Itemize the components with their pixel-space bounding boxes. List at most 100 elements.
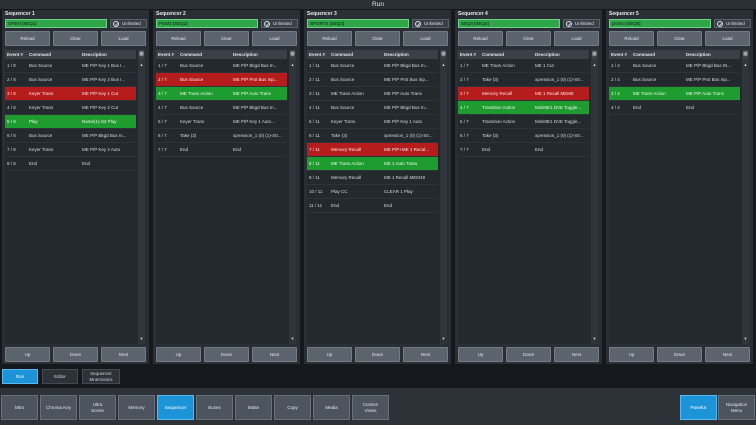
tab-run[interactable]: Run [2,369,38,384]
reload-button[interactable]: Reload [609,31,654,46]
clear-button[interactable]: Clear [506,31,551,46]
table-scrollbar[interactable]: ▦ ▲ ▼ [440,50,447,344]
scroll-down-icon[interactable]: ▼ [138,336,145,341]
down-button[interactable]: Down [204,347,249,362]
sequence-name-field[interactable]: OPEN [SEQ1] [5,19,107,28]
sequence-name-field[interactable]: promo [SEQ5] [609,19,711,28]
column-settings-icon[interactable]: ▦ [592,50,597,59]
table-row[interactable]: 4 / 7 Transition Action MiniME1 DVE Togg… [458,101,589,115]
table-row[interactable]: 6 / 11 Take (3) xpression_1 (0) (1)-S0..… [307,129,438,143]
tab-editor[interactable]: Editor [42,369,78,384]
down-button[interactable]: Down [506,347,551,362]
table-row[interactable]: 10 / 11 Play CC CLEAR 1 Play [307,185,438,199]
table-row[interactable]: 2 / 4 Bus Source ME P/P Prst Bus Inp... [609,73,740,87]
table-scrollbar[interactable]: ▦ ▲ ▼ [138,50,145,344]
load-button[interactable]: Load [554,31,599,46]
table-row[interactable]: 5 / 11 Keyer Trans ME P/P Key 1 Auto [307,115,438,129]
down-button[interactable]: Down [355,347,400,362]
down-button[interactable]: Down [53,347,98,362]
tab-sequencer-mnemonics[interactable]: Sequencer Mnemonics [82,369,120,384]
column-settings-icon[interactable]: ▦ [743,50,748,59]
reload-button[interactable]: Reload [5,31,50,46]
table-row[interactable]: 3 / 11 ME Trans Action ME P/P Auto Trans [307,87,438,101]
scroll-up-icon[interactable]: ▲ [591,62,598,67]
nav-chroma-key[interactable]: Chroma Key [40,395,77,420]
scroll-up-icon[interactable]: ▲ [440,62,447,67]
column-settings-icon[interactable]: ▦ [441,50,446,59]
table-row[interactable]: 3 / 7 Memory Recall ME 1 Recall MEM8 [458,87,589,101]
load-button[interactable]: Load [252,31,297,46]
load-button[interactable]: Load [101,31,146,46]
table-row[interactable]: 4 / 7 Bus Source ME P/P Bkgd Bus In... [156,101,287,115]
up-button[interactable]: Up [458,347,503,362]
table-row[interactable]: 9 / 11 Memory Recall ME 1 Recall MEM19 [307,171,438,185]
table-row[interactable]: 6 / 7 Take (3) xpression_1 (0) (1)-S0... [458,129,589,143]
next-button[interactable]: Next [403,347,448,362]
scroll-down-icon[interactable]: ▼ [440,336,447,341]
nav-copy[interactable]: Copy [274,395,311,420]
column-settings-icon[interactable]: ▦ [139,50,144,59]
table-row[interactable]: 8 / 11 ME Trans Action ME 1 Auto Trans [307,157,438,171]
clear-button[interactable]: Clear [355,31,400,46]
table-row[interactable]: 6 / 7 Take (3) xpression_1 (0) (1)-S0... [156,129,287,143]
up-button[interactable]: Up [156,347,201,362]
next-button[interactable]: Next [252,347,297,362]
scroll-down-icon[interactable]: ▼ [289,336,296,341]
table-row[interactable]: 7 / 7 End End [458,143,589,157]
scroll-down-icon[interactable]: ▼ [742,336,749,341]
table-row[interactable]: 1 / 7 ME Trans Action ME 1 Cut [458,59,589,73]
table-row[interactable]: 7 / 8 Keyer Trans ME P/P Key 2 Auto [5,143,136,157]
scroll-up-icon[interactable]: ▲ [742,62,749,67]
nav-buses[interactable]: Buses [196,395,233,420]
unlimited-toggle[interactable]: Unlimited [714,19,751,28]
nav-navigation-menu[interactable]: Navigation Menu [718,395,755,420]
scroll-down-icon[interactable]: ▼ [591,336,598,341]
table-row[interactable]: 7 / 11 Memory Recall ME P/P+ME 1 Recal..… [307,143,438,157]
reload-button[interactable]: Reload [307,31,352,46]
table-row[interactable]: 11 / 11 End End [307,199,438,213]
nav-media[interactable]: Media [313,395,350,420]
clear-button[interactable]: Clear [53,31,98,46]
table-row[interactable]: 3 / 4 ME Trans Action ME P/P Auto Trans [609,87,740,101]
table-row[interactable]: 4 / 11 Bus Source ME P/P Bkgd Bus In... [307,101,438,115]
load-button[interactable]: Load [705,31,750,46]
nav-matte[interactable]: Matte [235,395,272,420]
sequence-name-field[interactable]: SEQ4 [SEQ4] [458,19,560,28]
unlimited-toggle[interactable]: Unlimited [412,19,449,28]
table-row[interactable]: 4 / 8 Keyer Trans ME P/P Key 2 Cut [5,101,136,115]
table-scrollbar[interactable]: ▦ ▲ ▼ [289,50,296,344]
nav-sequencer[interactable]: Sequencer [157,395,194,420]
table-row[interactable]: 1 / 7 Bus Source ME P/P Bkgd Bus In... [156,59,287,73]
table-row[interactable]: 1 / 11 Bus Source ME P/P Bkgd Bus In... [307,59,438,73]
nav-panel-ui[interactable]: PanelUI [680,395,717,420]
nav-memory[interactable]: Memory [118,395,155,420]
table-row[interactable]: 7 / 7 End End [156,143,287,157]
down-button[interactable]: Down [657,347,702,362]
up-button[interactable]: Up [609,347,654,362]
table-scrollbar[interactable]: ▦ ▲ ▼ [742,50,749,344]
table-row[interactable]: 1 / 8 Bus Source ME P/P Key 1 Bus I... [5,59,136,73]
table-row[interactable]: 3 / 8 Keyer Trans ME P/P Key 1 Cut [5,87,136,101]
table-row[interactable]: 5 / 7 Keyer Trans ME P/P Key 1 Auto... [156,115,287,129]
table-row[interactable]: 2 / 8 Bus Source ME P/P Key 2 Bus I... [5,73,136,87]
table-row[interactable]: 4 / 4 End End [609,101,740,115]
scroll-up-icon[interactable]: ▲ [138,62,145,67]
unlimited-toggle[interactable]: Unlimited [261,19,298,28]
reload-button[interactable]: Reload [458,31,503,46]
clear-button[interactable]: Clear [657,31,702,46]
nav-custom-views[interactable]: Custom Views [352,395,389,420]
table-row[interactable]: 6 / 8 Bus Source ME P/P Bkgd Bus In... [5,129,136,143]
up-button[interactable]: Up [307,347,352,362]
scroll-up-icon[interactable]: ▲ [289,62,296,67]
nav-mes[interactable]: MEs [1,395,38,420]
load-button[interactable]: Load [403,31,448,46]
next-button[interactable]: Next [554,347,599,362]
table-row[interactable]: 5 / 8 Play Name(1)-S2 Play [5,115,136,129]
sequence-name-field[interactable]: PGM2 [SEQ2] [156,19,258,28]
reload-button[interactable]: Reload [156,31,201,46]
clear-button[interactable]: Clear [204,31,249,46]
table-row[interactable]: 8 / 8 End End [5,157,136,171]
table-row[interactable]: 5 / 7 Transition Action MiniME1 DVE Togg… [458,115,589,129]
up-button[interactable]: Up [5,347,50,362]
table-row[interactable]: 3 / 7 ME Trans Action ME P/P Auto Trans [156,87,287,101]
